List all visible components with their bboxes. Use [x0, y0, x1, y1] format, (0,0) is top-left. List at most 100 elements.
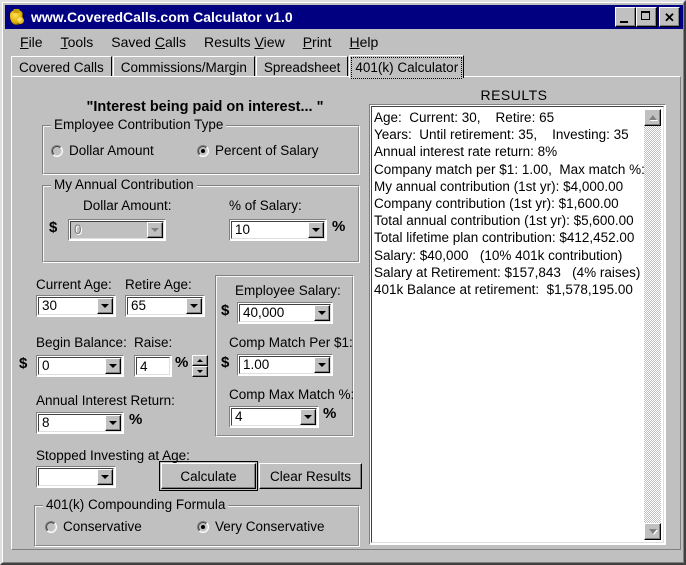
minimize-button[interactable] — [615, 7, 636, 27]
label-annual-interest-return: Annual Interest Return: — [36, 393, 175, 408]
result-line: Annual interest rate return: 8% — [374, 144, 558, 160]
result-line: Total lifetime plan contribution: $412,4… — [374, 230, 635, 246]
tab-spreadsheet[interactable]: Spreadsheet — [255, 56, 349, 77]
dollar-amount-combo[interactable]: 0 — [68, 219, 166, 241]
dollar-amount-dropdown-arrow[interactable] — [147, 222, 163, 238]
clear-results-button[interactable]: Clear Results — [259, 463, 362, 489]
chevron-down-icon — [304, 415, 312, 419]
menu-bar: File Tools Saved Calls Results View Prin… — [5, 31, 683, 52]
label-retire-age: Retire Age: — [125, 277, 192, 292]
tab-strip: Covered Calls Commissions/Margin Spreads… — [11, 55, 681, 79]
results-vertical-scrollbar[interactable] — [644, 109, 661, 540]
chevron-down-icon — [109, 421, 117, 425]
dollar-amount-value: 0 — [74, 222, 82, 238]
radio-very-conservative[interactable]: Very Conservative — [197, 519, 325, 534]
percent-sign-annual-interest: % — [129, 411, 143, 428]
tab-commissions-margin[interactable]: Commissions/Margin — [112, 56, 255, 77]
stopped-investing-combo[interactable] — [36, 466, 116, 488]
raise-stepper-up[interactable] — [192, 355, 208, 366]
dollar-sign-employee-salary: $ — [221, 302, 230, 319]
label-employee-salary: Employee Salary: — [235, 283, 341, 298]
begin-balance-dropdown-arrow[interactable] — [105, 358, 121, 374]
menu-item-file[interactable]: File — [11, 33, 52, 51]
scroll-down-button[interactable] — [644, 523, 661, 540]
group-label-contribution-type: Employee Contribution Type — [51, 117, 227, 132]
radio-dollar-amount-label: Dollar Amount — [69, 143, 154, 158]
chevron-up-icon — [197, 359, 203, 362]
employee-salary-combo[interactable]: 40,000 — [237, 302, 333, 324]
raise-input[interactable]: 4 — [134, 355, 172, 377]
menu-item-help[interactable]: Help — [340, 33, 387, 51]
radio-percent-of-salary-label: Percent of Salary — [215, 143, 319, 158]
group-salary-and-match: Employee Salary: $ 40,000 Comp Match Per… — [215, 275, 354, 437]
radio-conservative-label: Conservative — [63, 519, 142, 534]
scroll-up-button[interactable] — [644, 109, 661, 126]
result-line: Salary: $40,000 (10% 401k contribution) — [374, 247, 623, 263]
result-line: Company match per $1: 1.00, Max match %:… — [374, 161, 657, 177]
employee-salary-value: 40,000 — [243, 305, 285, 321]
menu-item-tools[interactable]: Tools — [52, 33, 103, 51]
triangle-up-icon — [648, 115, 657, 120]
retire-age-value: 65 — [131, 298, 147, 314]
maximize-button[interactable] — [636, 7, 657, 27]
radio-very-conservative-label: Very Conservative — [215, 519, 325, 534]
radio-conservative[interactable]: Conservative — [45, 519, 142, 534]
radio-very-conservative-icon — [197, 520, 209, 533]
percent-of-salary-combo[interactable]: 10 — [229, 219, 327, 241]
window-inner-frame: www.CoveredCalls.com Calculator v1.0 ✕ F… — [2, 2, 684, 563]
comp-max-match-dropdown-arrow[interactable] — [300, 409, 316, 425]
current-age-value: 30 — [42, 298, 58, 314]
employee-salary-dropdown-arrow[interactable] — [314, 305, 330, 321]
title-bar: www.CoveredCalls.com Calculator v1.0 ✕ — [5, 5, 683, 29]
comp-match-dropdown-arrow[interactable] — [314, 357, 330, 373]
dollar-sign-begin-balance: $ — [19, 355, 28, 372]
raise-value: 4 — [140, 358, 148, 374]
percent-of-salary-value: 10 — [235, 222, 251, 238]
retire-age-combo[interactable]: 65 — [125, 295, 205, 317]
group-my-annual-contribution: My Annual Contribution Dollar Amount: $ … — [42, 177, 360, 263]
chevron-down-icon — [101, 304, 109, 308]
result-line: Salary at Retirement: $157,843 (4% raise… — [374, 264, 641, 280]
label-current-age: Current Age: — [36, 277, 112, 292]
menu-item-print[interactable]: Print — [294, 33, 341, 51]
stopped-investing-dropdown-arrow[interactable] — [97, 469, 113, 485]
calculate-button[interactable]: Calculate — [159, 461, 258, 491]
dollar-sign-contribution: $ — [49, 219, 58, 236]
label-stopped-investing: Stopped Investing at Age: — [36, 448, 190, 463]
menu-item-saved-calls[interactable]: Saved Calls — [102, 33, 195, 51]
comp-max-match-combo[interactable]: 4 — [229, 406, 319, 428]
result-line: 401k Balance at retirement: $1,578,195.0… — [374, 282, 633, 298]
radio-percent-of-salary[interactable]: Percent of Salary — [197, 143, 319, 158]
radio-dollar-amount[interactable]: Dollar Amount — [51, 143, 154, 158]
triangle-down-icon — [648, 529, 657, 534]
money-bag-icon — [8, 8, 26, 26]
percent-sign-comp-max-match: % — [323, 405, 337, 422]
menu-item-results-view[interactable]: Results View — [195, 33, 294, 51]
label-dollar-amount: Dollar Amount: — [83, 198, 172, 213]
result-line: Total annual contribution (1st yr): $5,6… — [374, 213, 634, 229]
begin-balance-combo[interactable]: 0 — [36, 355, 124, 377]
label-raise: Raise: — [134, 335, 173, 350]
annual-interest-combo[interactable]: 8 — [36, 412, 124, 434]
result-line: Company contribution (1st yr): $1,600.00 — [374, 196, 619, 212]
raise-stepper-down[interactable] — [192, 366, 208, 377]
page-title: "Interest being paid on interest... " — [86, 99, 324, 115]
result-line: My annual contribution (1st yr): $4,000.… — [374, 178, 624, 194]
chevron-down-icon — [318, 363, 326, 367]
raise-stepper[interactable] — [192, 355, 208, 377]
annual-interest-dropdown-arrow[interactable] — [105, 415, 121, 431]
current-age-dropdown-arrow[interactable] — [97, 298, 113, 314]
tab-covered-calls[interactable]: Covered Calls — [11, 56, 112, 77]
chevron-down-icon — [151, 228, 159, 232]
current-age-combo[interactable]: 30 — [36, 295, 116, 317]
annual-interest-value: 8 — [42, 415, 50, 431]
comp-match-combo[interactable]: 1.00 — [237, 354, 333, 376]
retire-age-dropdown-arrow[interactable] — [186, 298, 202, 314]
group-label-annual-contribution: My Annual Contribution — [51, 177, 197, 192]
chevron-down-icon — [109, 364, 117, 368]
close-button[interactable]: ✕ — [659, 7, 680, 27]
label-comp-match: Comp Match Per $1: — [229, 335, 353, 350]
tab-401k-calculator[interactable]: 401(k) Calculator — [349, 55, 465, 79]
results-panel: Age: Current: 30, Retire: 65 Years: Unti… — [369, 104, 666, 545]
percent-of-salary-dropdown-arrow[interactable] — [308, 222, 324, 238]
